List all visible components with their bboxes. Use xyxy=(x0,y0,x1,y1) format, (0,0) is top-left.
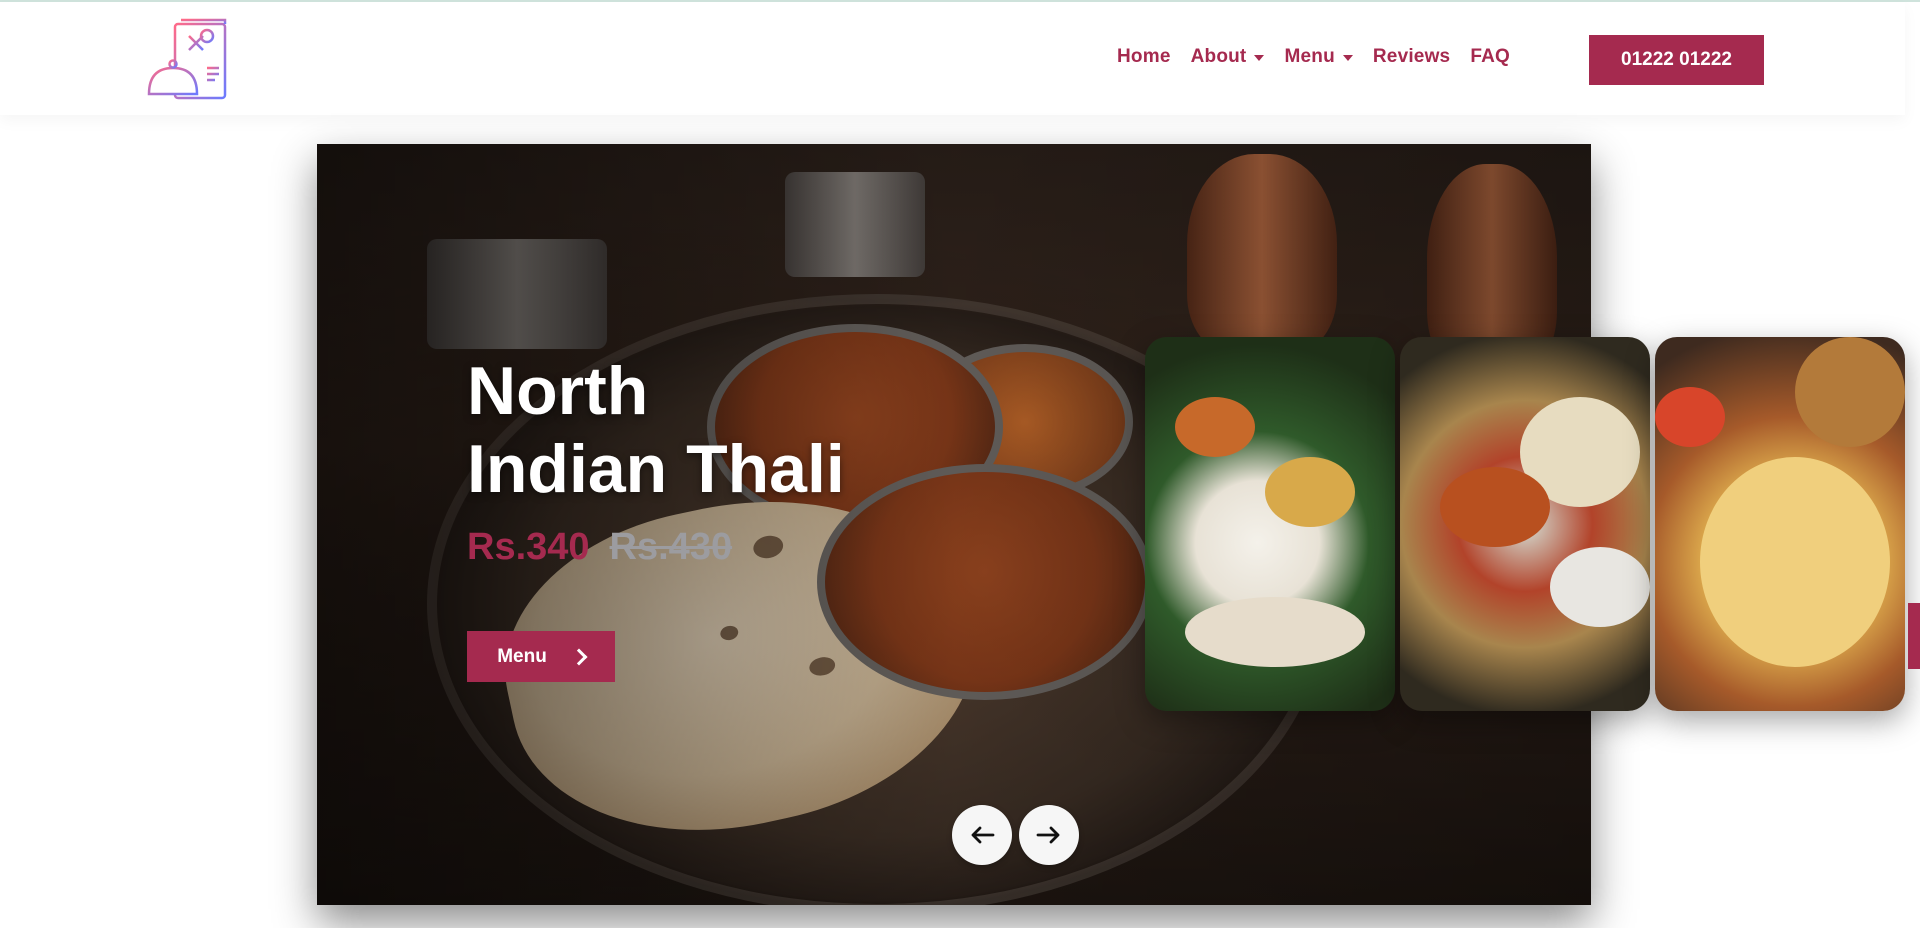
price-original: Rs.430 xyxy=(609,526,733,568)
nav-menu-label: Menu xyxy=(1284,46,1335,67)
nav-faq[interactable]: FAQ xyxy=(1470,46,1510,68)
price-current: Rs.340 xyxy=(467,526,590,568)
main-nav: Home About Menu Reviews FAQ xyxy=(1117,46,1510,68)
cloche-menu-icon xyxy=(145,18,227,100)
hero-title: North Indian Thali xyxy=(467,352,845,508)
nav-about[interactable]: About xyxy=(1191,46,1265,68)
menu-button-label: Menu xyxy=(497,645,547,667)
phone-button[interactable]: 01222 01222 xyxy=(1589,35,1764,85)
nav-reviews[interactable]: Reviews xyxy=(1373,46,1450,68)
nav-home[interactable]: Home xyxy=(1117,46,1171,68)
nav-home-label: Home xyxy=(1117,46,1171,67)
chevron-down-icon xyxy=(1342,55,1353,61)
nav-faq-label: FAQ xyxy=(1470,46,1510,67)
arrow-left-icon xyxy=(971,826,995,844)
nav-reviews-label: Reviews xyxy=(1372,46,1451,67)
prev-slide-button[interactable] xyxy=(952,805,1012,865)
next-slide-button[interactable] xyxy=(1019,805,1079,865)
menu-button[interactable]: Menu xyxy=(467,631,615,682)
hero-title-line2: Indian Thali xyxy=(467,431,845,507)
site-header: Home About Menu Reviews FAQ 01222 01222 xyxy=(0,2,1905,115)
nav-menu[interactable]: Menu xyxy=(1284,46,1353,68)
arrow-right-icon xyxy=(1036,826,1060,844)
thumb-puri[interactable] xyxy=(1655,337,1905,711)
nav-about-label: About xyxy=(1190,46,1247,67)
side-tab[interactable] xyxy=(1908,603,1920,669)
chevron-right-icon xyxy=(570,648,588,665)
price-block: Rs.340 Rs.430 xyxy=(467,526,732,569)
thumb-rice-curry[interactable] xyxy=(1145,337,1395,711)
chevron-down-icon xyxy=(1254,55,1265,61)
hero-title-line1: North xyxy=(467,353,649,429)
thumb-thali-platter[interactable] xyxy=(1400,337,1650,711)
restaurant-logo[interactable] xyxy=(145,18,233,104)
